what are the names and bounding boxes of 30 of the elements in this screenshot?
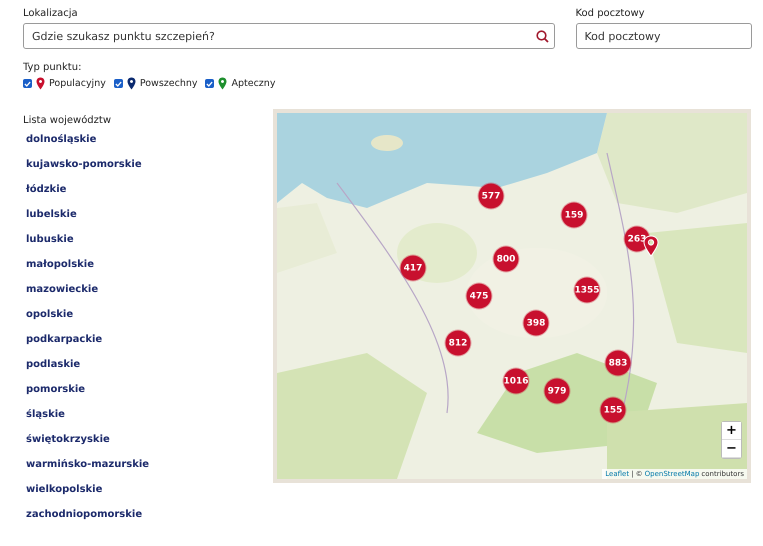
voivodeship-link[interactable]: pomorskie xyxy=(26,384,86,409)
voivodeship-link[interactable]: kujawsko-pomorskie xyxy=(26,159,142,184)
voivodeship-link[interactable]: łódzkie xyxy=(26,184,66,209)
point-type-option[interactable]: Populacyjny xyxy=(49,78,106,89)
location-label: Lokalizacja xyxy=(23,8,79,19)
list-title: Lista województw xyxy=(23,115,112,126)
voivodeship-link[interactable]: małopolskie xyxy=(26,259,94,284)
voivodeship-link[interactable]: wielkopolskie xyxy=(26,484,102,509)
voivodeship-link[interactable]: lubuskie xyxy=(26,234,74,259)
zoom-in-button[interactable]: + xyxy=(722,422,741,440)
checkbox[interactable] xyxy=(114,79,123,88)
voivodeship-link[interactable]: mazowieckie xyxy=(26,284,98,309)
voivodeship-link[interactable]: warmińsko-mazurskie xyxy=(26,459,150,484)
voivodeship-link[interactable]: opolskie xyxy=(26,309,74,334)
checkbox[interactable] xyxy=(23,79,32,88)
voivodeship-link[interactable]: podlaskie xyxy=(26,359,80,384)
postal-code-label: Kod pocztowy xyxy=(576,8,646,19)
voivodeship-link[interactable]: lubelskie xyxy=(26,209,77,234)
voivodeship-link[interactable]: świętokrzyskie xyxy=(26,434,110,459)
voivodeship-link[interactable]: śląskie xyxy=(26,409,65,434)
point-type-option[interactable]: Powszechny xyxy=(140,78,198,89)
voivodeship-link[interactable]: dolnośląskie xyxy=(26,134,96,159)
checkbox[interactable] xyxy=(205,79,214,88)
voivodeship-link[interactable]: podkarpackie xyxy=(26,334,102,359)
search-icon[interactable] xyxy=(536,30,548,43)
point-type-option[interactable]: Apteczny xyxy=(231,78,276,89)
point-type-label: Typ punktu: xyxy=(23,62,82,73)
postal-code-field[interactable]: Kod pocztowy xyxy=(576,23,752,49)
location-field[interactable]: Gdzie szukasz punktu szczepień? xyxy=(23,23,554,49)
voivodeship-link[interactable]: zachodniopomorskie xyxy=(26,509,142,534)
